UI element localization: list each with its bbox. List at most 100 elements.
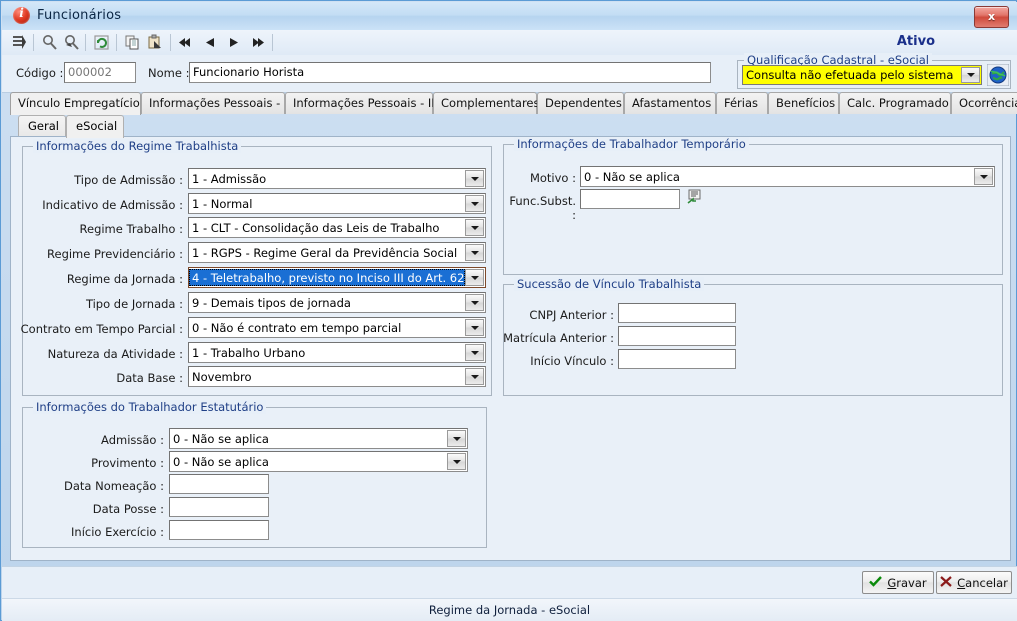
- subtab-geral[interactable]: Geral: [18, 115, 66, 137]
- data-nomeacao-input[interactable]: [169, 474, 269, 494]
- save-button-label: Gravar: [887, 575, 927, 590]
- tipo-admissao-combo[interactable]: 1 - Admissão: [188, 168, 486, 189]
- matricula-anterior-input[interactable]: [618, 326, 736, 346]
- tab-beneficios[interactable]: Benefícios: [768, 92, 839, 114]
- motivo-value: 0 - Não se aplica: [584, 169, 680, 184]
- chevron-down-icon[interactable]: [465, 219, 484, 236]
- codigo-input[interactable]: 000002: [64, 62, 136, 83]
- cancel-button[interactable]: Cancelar: [936, 571, 1012, 594]
- qualificacao-value: Consulta não efetuada pelo sistema: [746, 68, 954, 82]
- natureza-atividade-label: Natureza da Atividade :: [47, 347, 183, 361]
- regime-previdenciario-label: Regime Previdenciário :: [47, 247, 183, 261]
- inicio-exercicio-label: Início Exercício :: [71, 525, 164, 539]
- nav-previous-icon[interactable]: [201, 33, 220, 52]
- tab-afastamentos[interactable]: Afastamentos: [624, 92, 716, 114]
- motivo-combo[interactable]: 0 - Não se aplica: [580, 166, 995, 187]
- estatutario-provimento-value: 0 - Não se aplica: [173, 454, 269, 469]
- check-icon: [869, 575, 883, 590]
- application-window: Funcionários x: [0, 0, 1017, 621]
- regime-jornada-combo[interactable]: 4 - Teletrabalho, previsto no Inciso III…: [188, 267, 486, 288]
- globe-icon[interactable]: [986, 63, 1010, 87]
- tab-vinculo-empregaticio[interactable]: Vínculo Empregatício: [10, 92, 141, 115]
- regime-trabalho-value: 1 - CLT - Consolidação das Leis de Traba…: [192, 220, 440, 235]
- subtab-esocial[interactable]: eSocial: [66, 115, 124, 138]
- tab-informacoes-pessoais-ii[interactable]: Informações Pessoais - II: [285, 92, 435, 114]
- toolbar-separator: [272, 34, 273, 51]
- chevron-down-icon[interactable]: [465, 269, 484, 286]
- regime-trabalhista-title: Informações do Regime Trabalhista: [33, 139, 242, 153]
- button-bar: Gravar Cancelar: [2, 566, 1017, 599]
- indicativo-admissao-value: 1 - Normal: [192, 196, 253, 211]
- tipo-admissao-label: Tipo de Admissão :: [74, 173, 183, 187]
- natureza-atividade-combo[interactable]: 1 - Trabalho Urbano: [188, 342, 486, 363]
- qualificacao-combo[interactable]: Consulta não efetuada pelo sistema: [742, 65, 982, 85]
- chevron-down-icon[interactable]: [465, 294, 484, 311]
- esocial-panel: Informações do Regime Trabalhista Tipo d…: [10, 136, 1011, 561]
- tab-informacoes-pessoais-i[interactable]: Informações Pessoais - I: [141, 92, 287, 114]
- tab-complementares[interactable]: Complementares: [433, 92, 540, 114]
- main-tabs: Vínculo Empregatício Informações Pessoai…: [10, 92, 1017, 115]
- tipo-jornada-combo[interactable]: 9 - Demais tipos de jornada: [188, 292, 486, 313]
- chevron-down-icon[interactable]: [447, 430, 466, 447]
- chevron-down-icon[interactable]: [465, 195, 484, 212]
- chevron-down-icon[interactable]: [974, 168, 993, 185]
- toolbar-separator: [85, 34, 86, 51]
- status-badge: Ativo: [896, 34, 935, 49]
- chevron-down-icon[interactable]: [465, 244, 484, 261]
- data-posse-input[interactable]: [169, 497, 269, 517]
- codigo-label: Código :: [16, 66, 64, 80]
- regime-trabalho-label: Regime Trabalho :: [79, 222, 183, 236]
- sub-tabs: Geral eSocial: [18, 115, 1008, 138]
- tab-ferias[interactable]: Férias: [716, 92, 768, 114]
- inicio-vinculo-input[interactable]: [618, 349, 736, 369]
- inicio-vinculo-label: Início Vínculo :: [530, 354, 614, 368]
- tipo-admissao-value: 1 - Admissão: [192, 171, 267, 186]
- trabalhador-temporario-groupbox: [503, 144, 1003, 275]
- close-icon[interactable]: x: [974, 6, 1009, 28]
- estatutario-admissao-label: Admissão :: [101, 433, 164, 447]
- cnpj-anterior-input[interactable]: [618, 303, 736, 323]
- tab-ocorrencias[interactable]: Ocorrências: [951, 92, 1017, 114]
- tipo-jornada-value: 9 - Demais tipos de jornada: [192, 295, 351, 310]
- nav-first-icon[interactable]: [177, 33, 196, 52]
- tab-calc-programado[interactable]: Calc. Programado: [839, 92, 951, 114]
- paste-icon[interactable]: [146, 33, 165, 52]
- regime-jornada-value: 4 - Teletrabalho, previsto no Inciso III…: [189, 269, 465, 286]
- copy-icon[interactable]: [123, 33, 142, 52]
- toolbar-separator: [33, 34, 34, 51]
- nav-next-icon[interactable]: [224, 33, 243, 52]
- nome-input[interactable]: Funcionario Horista: [189, 62, 711, 83]
- chevron-down-icon[interactable]: [465, 344, 484, 361]
- data-nomeacao-label: Data Nomeação :: [63, 479, 164, 493]
- trabalhador-estatutario-title: Informações do Trabalhador Estatutário: [33, 400, 267, 414]
- chevron-down-icon[interactable]: [961, 67, 980, 83]
- estatutario-admissao-value: 0 - Não se aplica: [173, 431, 269, 446]
- window-title: Funcionários: [37, 8, 122, 23]
- regime-previdenciario-combo[interactable]: 1 - RGPS - Regime Geral da Previdência S…: [188, 242, 486, 263]
- indicativo-admissao-combo[interactable]: 1 - Normal: [188, 193, 486, 214]
- contrato-tempo-parcial-combo[interactable]: 0 - Não é contrato em tempo parcial: [188, 317, 486, 338]
- matricula-anterior-label: Matrícula Anterior :: [503, 331, 614, 345]
- chevron-down-icon[interactable]: [465, 170, 484, 187]
- refresh-shield-icon[interactable]: [92, 33, 111, 52]
- data-base-combo[interactable]: Novembro: [188, 366, 486, 387]
- chevron-down-icon[interactable]: [465, 368, 484, 385]
- indicativo-admissao-label: Indicativo de Admissão :: [42, 198, 183, 212]
- func-subst-input[interactable]: [580, 189, 680, 209]
- search-magnifier-icon[interactable]: [40, 33, 59, 52]
- nav-last-icon[interactable]: [247, 33, 266, 52]
- record-header: Código : 000002 Nome : Funcionario Horis…: [2, 53, 1017, 93]
- toolbar-separator: [170, 34, 171, 51]
- save-button[interactable]: Gravar: [862, 571, 934, 594]
- inicio-exercicio-input[interactable]: [169, 520, 269, 540]
- lookup-icon[interactable]: [686, 189, 703, 204]
- tab-dependentes[interactable]: Dependentes: [537, 92, 624, 114]
- estatutario-provimento-combo[interactable]: 0 - Não se aplica: [169, 451, 468, 472]
- chevron-down-icon[interactable]: [465, 319, 484, 336]
- regime-trabalho-combo[interactable]: 1 - CLT - Consolidação das Leis de Traba…: [188, 217, 486, 238]
- estatutario-admissao-combo[interactable]: 0 - Não se aplica: [169, 428, 468, 449]
- form-grid-icon[interactable]: [10, 33, 29, 52]
- cnpj-anterior-label: CNPJ Anterior :: [529, 308, 614, 322]
- search-cancel-icon[interactable]: [62, 33, 81, 52]
- chevron-down-icon[interactable]: [447, 453, 466, 470]
